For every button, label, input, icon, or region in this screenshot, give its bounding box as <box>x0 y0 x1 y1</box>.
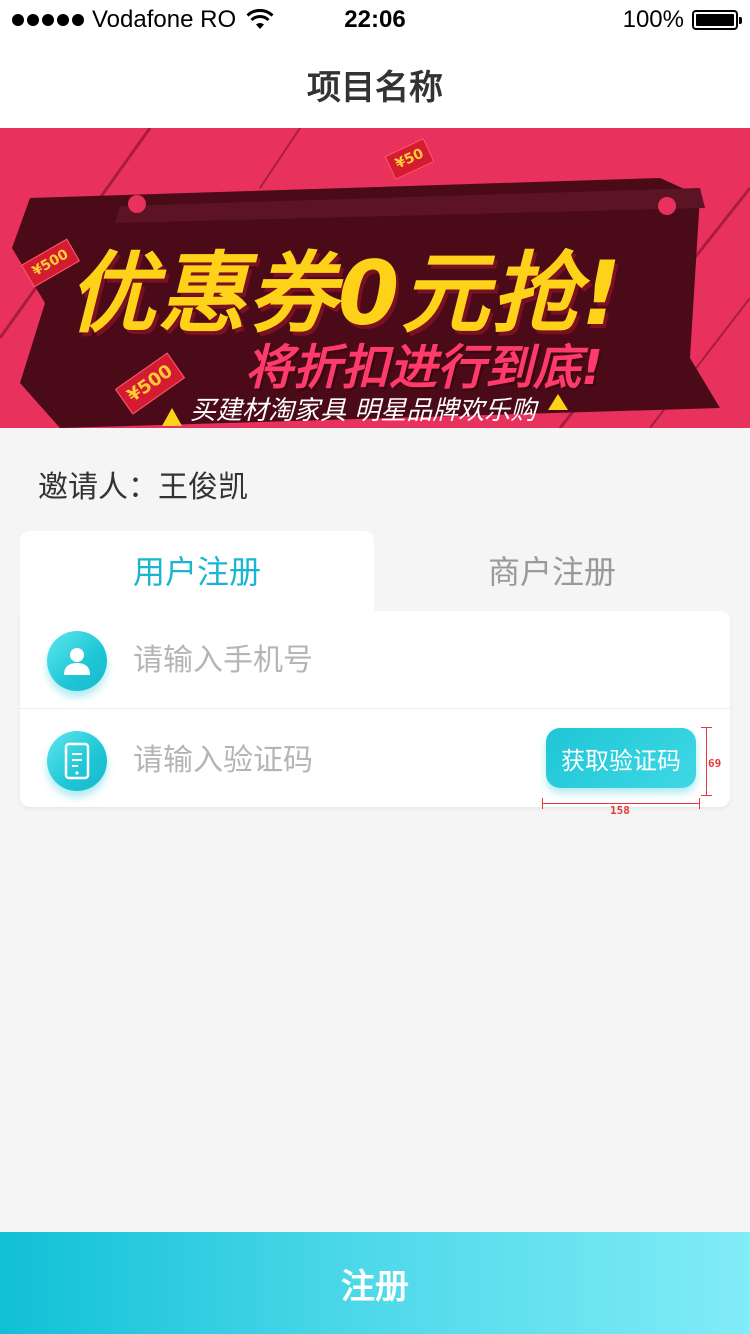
get-code-button[interactable]: 获取验证码 <box>546 728 696 788</box>
width-dimension-label: 158 <box>610 804 630 817</box>
code-row: 获取验证码 <box>20 711 730 809</box>
status-right: 100% <box>622 6 742 34</box>
status-bar: Vodafone RO 22:06 100% <box>0 0 750 40</box>
phone-row <box>20 611 730 709</box>
battery-icon <box>692 10 742 30</box>
promo-banner[interactable]: ¥500 ¥500 ¥50 优惠券0元抢! 将折扣进行到底! 买建材淘家具 明星… <box>0 128 750 428</box>
banner-tagline: 买建材淘家具 明星品牌欢乐购 <box>190 396 537 426</box>
register-button[interactable]: 注册 <box>0 1232 750 1334</box>
phone-input[interactable] <box>133 635 513 685</box>
inviter-label: 邀请人：王俊凯 <box>38 470 248 505</box>
phone-icon <box>47 731 107 791</box>
register-form: 获取验证码 <box>20 611 730 807</box>
nav-bar: 项目名称 <box>0 40 750 128</box>
tab-merchant-register[interactable]: 商户注册 <box>374 531 730 613</box>
battery-percentage: 100% <box>622 6 684 33</box>
height-dimension-line <box>701 727 712 796</box>
page-title: 项目名称 <box>307 68 443 108</box>
height-dimension-label: 69 <box>708 757 722 770</box>
banner-subheadline: 将折扣进行到底! <box>245 340 603 396</box>
tab-user-register[interactable]: 用户注册 <box>20 531 374 613</box>
verification-code-input[interactable] <box>133 735 513 785</box>
user-icon <box>47 631 107 691</box>
battery-fill <box>696 14 734 26</box>
registration-screen: Vodafone RO 22:06 100% 项目名称 ¥500 ¥500 ¥5… <box>0 0 750 1334</box>
